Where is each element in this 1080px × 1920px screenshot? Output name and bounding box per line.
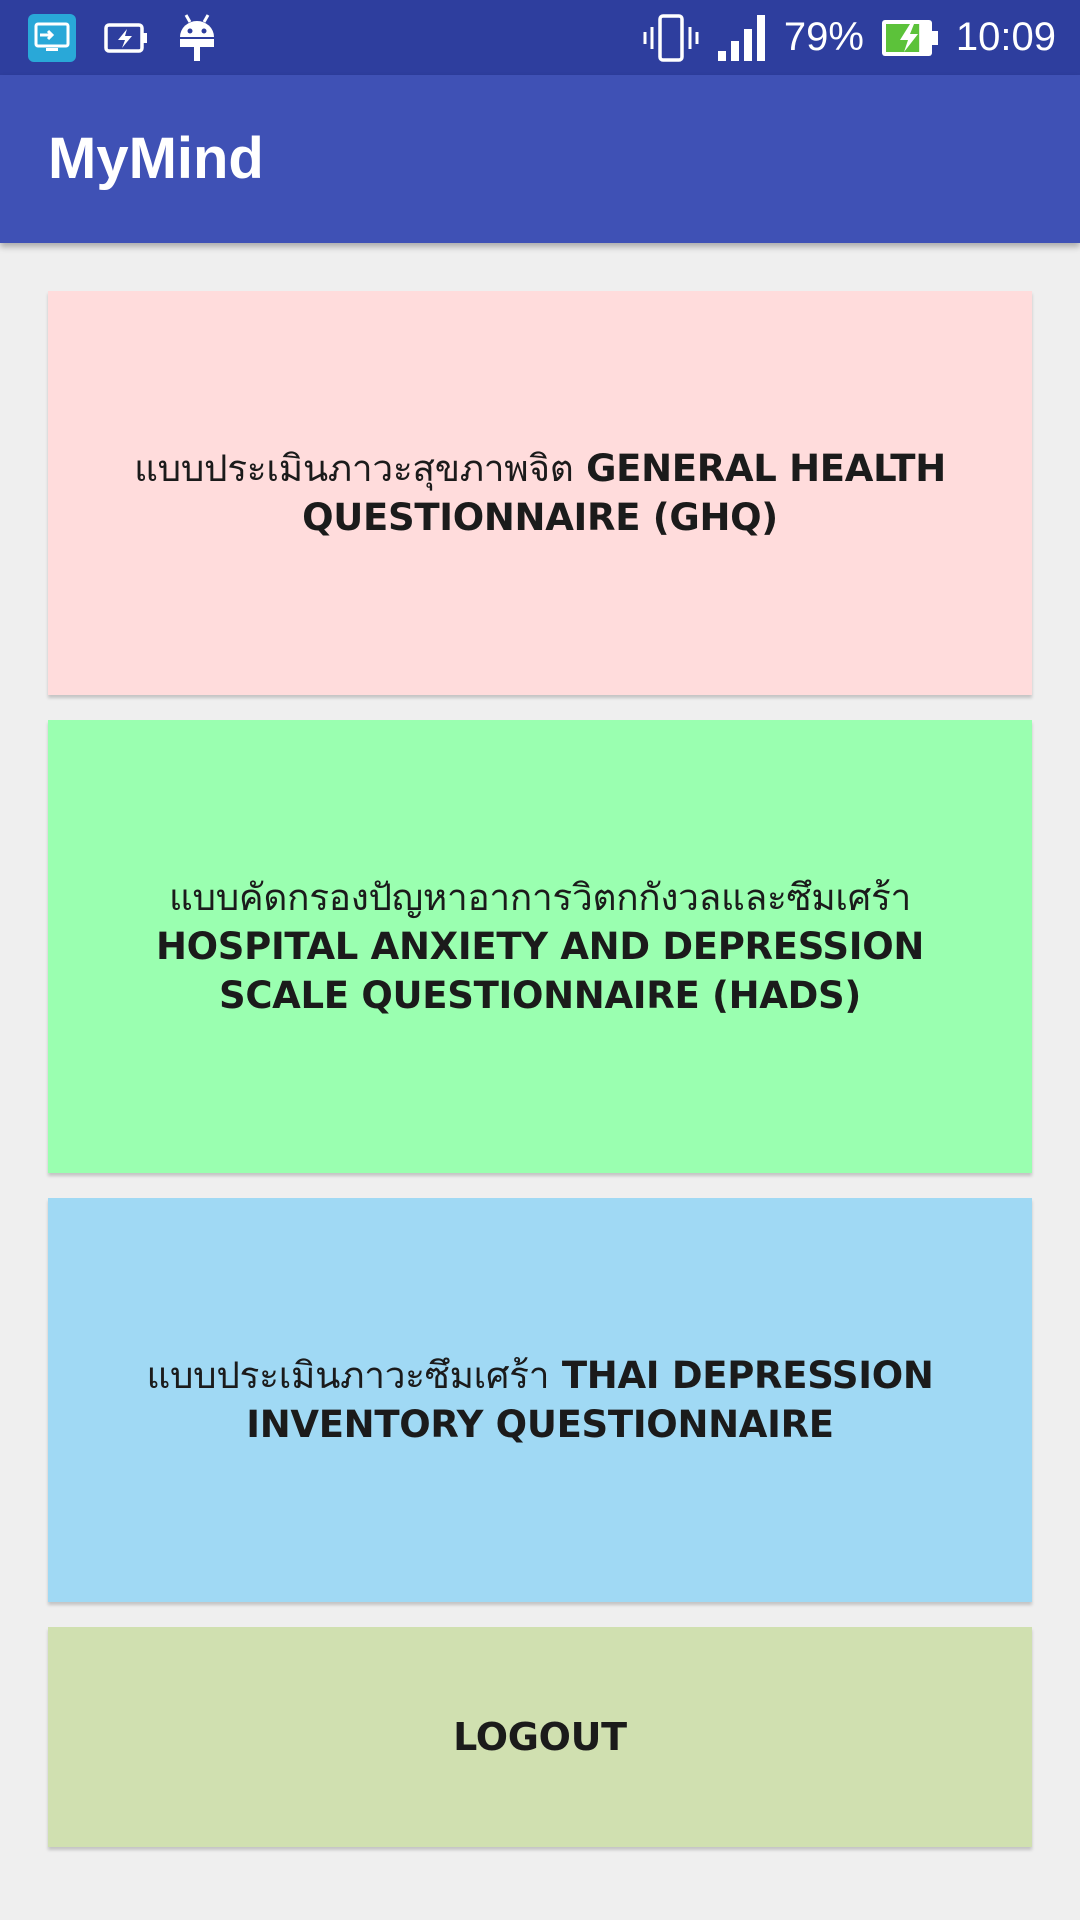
hads-questionnaire-button[interactable]: แบบคัดกรองปัญหาอาการวิตกกังวลและซึมเศร้า… — [48, 720, 1032, 1173]
tdi-label-thai: แบบประเมินภาวะซึมเศร้า — [146, 1354, 550, 1397]
hads-label: แบบคัดกรองปัญหาอาการวิตกกังวลและซึมเศร้า… — [104, 873, 976, 1020]
battery-percent: 79% — [783, 15, 864, 59]
system-indicators: 79% 10:09 — [626, 0, 1056, 75]
status-bar: 79% 10:09 — [0, 0, 1080, 75]
battery-saver-icon — [104, 21, 150, 55]
android-debug-icon — [178, 13, 216, 63]
app-title: MyMind — [48, 126, 264, 191]
battery-charging-icon — [880, 18, 940, 58]
logout-button[interactable]: LOGOUT — [48, 1627, 1032, 1847]
notification-icons — [28, 12, 244, 63]
vibrate-icon — [642, 13, 700, 63]
app-bar: MyMind — [0, 75, 1080, 243]
tdi-questionnaire-button[interactable]: แบบประเมินภาวะซึมเศร้า THAI DEPRESSION I… — [48, 1198, 1032, 1602]
ghq-label: แบบประเมินภาวะสุขภาพจิต GENERAL HEALTH Q… — [104, 444, 976, 542]
signal-icon — [716, 13, 768, 63]
hads-label-en: HOSPITAL ANXIETY AND DEPRESSION SCALE QU… — [155, 925, 925, 1017]
logout-label: LOGOUT — [453, 1714, 627, 1759]
screen-mirror-icon — [28, 13, 76, 62]
hads-label-thai: แบบคัดกรองปัญหาอาการวิตกกังวลและซึมเศร้า — [169, 876, 911, 919]
clock: 10:09 — [955, 15, 1056, 59]
tdi-label: แบบประเมินภาวะซึมเศร้า THAI DEPRESSION I… — [104, 1351, 976, 1449]
ghq-label-thai: แบบประเมินภาวะสุขภาพจิต — [134, 447, 574, 490]
ghq-questionnaire-button[interactable]: แบบประเมินภาวะสุขภาพจิต GENERAL HEALTH Q… — [48, 291, 1032, 695]
